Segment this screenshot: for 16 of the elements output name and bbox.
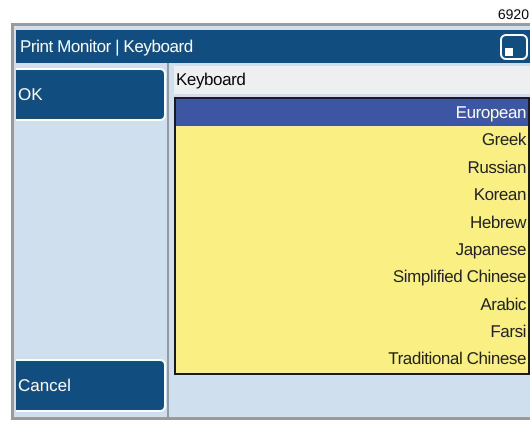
list-item[interactable]: Japanese (176, 236, 528, 264)
window-title: Print Monitor | Keyboard (20, 36, 193, 58)
window-icon[interactable] (500, 34, 528, 60)
list-item[interactable]: Russian (176, 154, 528, 182)
list-item[interactable]: Traditional Chinese (176, 346, 528, 373)
list-item[interactable]: European (176, 99, 528, 126)
list-item[interactable]: Arabic (176, 290, 528, 318)
list-item[interactable]: Farsi (176, 318, 528, 346)
list-item[interactable]: Korean (176, 181, 528, 209)
panel-title: Keyboard (176, 69, 246, 92)
list-item[interactable]: Hebrew (176, 208, 528, 236)
figure-number: 6920 (498, 7, 530, 21)
list-item[interactable]: Greek (176, 126, 528, 154)
cancel-button[interactable]: Cancel (16, 359, 166, 412)
ok-button[interactable]: OK (16, 68, 166, 121)
list-item[interactable]: Simplified Chinese (176, 263, 528, 291)
